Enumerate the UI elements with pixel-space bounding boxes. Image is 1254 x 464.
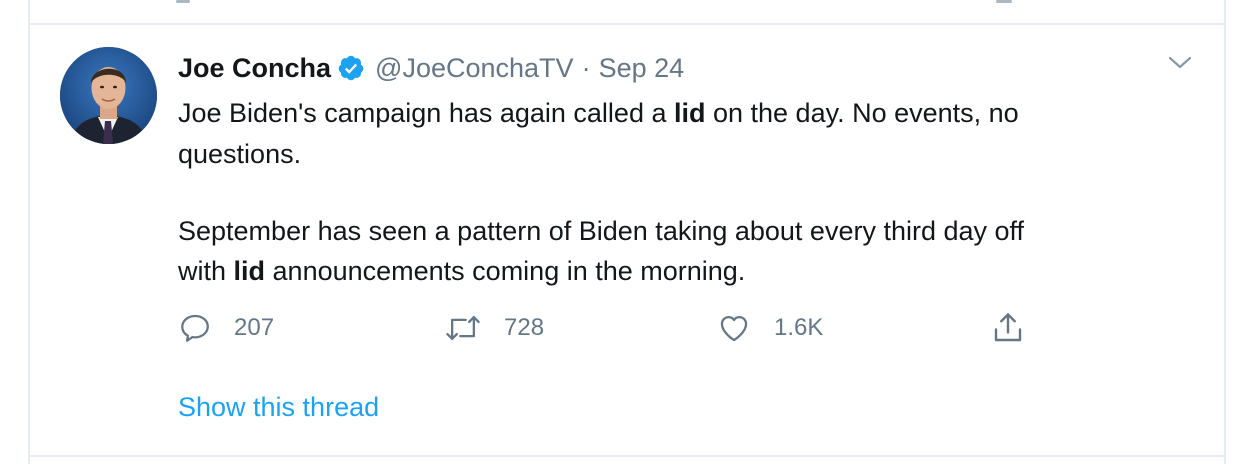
chevron-down-icon[interactable] xyxy=(1166,52,1194,74)
tweet-text-bold: lid xyxy=(673,98,706,128)
reply-button[interactable]: 207 xyxy=(178,310,274,346)
retweet-count: 728 xyxy=(504,314,545,341)
previous-tweet-action-remnant xyxy=(176,0,190,3)
like-icon xyxy=(716,311,752,345)
avatar-image xyxy=(60,47,157,144)
retweet-icon xyxy=(444,311,482,345)
tweet-header: Joe Concha @JoeConchaTV · Sep 24 xyxy=(178,50,684,86)
timeline-border-left xyxy=(28,0,30,464)
tweet-text-line: September has seen a pattern of Biden ta… xyxy=(178,216,1025,246)
header-separator: · xyxy=(581,52,591,83)
tweet-text-line: questions. xyxy=(178,139,302,169)
tweet-text-line: with lid announcements coming in the mor… xyxy=(178,256,746,286)
share-icon xyxy=(990,310,1026,346)
verified-badge-icon xyxy=(337,54,365,82)
previous-tweet-action-remnant xyxy=(996,0,1012,3)
share-button[interactable] xyxy=(990,310,1026,346)
like-count: 1.6K xyxy=(774,314,824,341)
reply-icon xyxy=(178,311,212,345)
tweet-divider-top xyxy=(28,23,1226,25)
avatar[interactable] xyxy=(60,47,157,144)
tweet-divider-bottom xyxy=(28,455,1226,457)
tweet-date[interactable]: Sep 24 xyxy=(599,53,685,84)
author-name[interactable]: Joe Concha xyxy=(178,53,331,84)
like-button[interactable]: 1.6K xyxy=(716,310,823,346)
timeline-border-right xyxy=(1224,0,1226,464)
author-handle[interactable]: @JoeConchaTV xyxy=(375,53,574,84)
tweet-text-line: Joe Biden's campaign has again called a … xyxy=(178,98,1019,128)
retweet-button[interactable]: 728 xyxy=(444,310,544,346)
reply-count: 207 xyxy=(234,314,275,341)
tweet-container: Joe Concha @JoeConchaTV · Sep 24 Joe Bid… xyxy=(0,0,1254,464)
tweet-text-bold: lid xyxy=(233,256,266,286)
show-thread-link[interactable]: Show this thread xyxy=(178,392,379,423)
